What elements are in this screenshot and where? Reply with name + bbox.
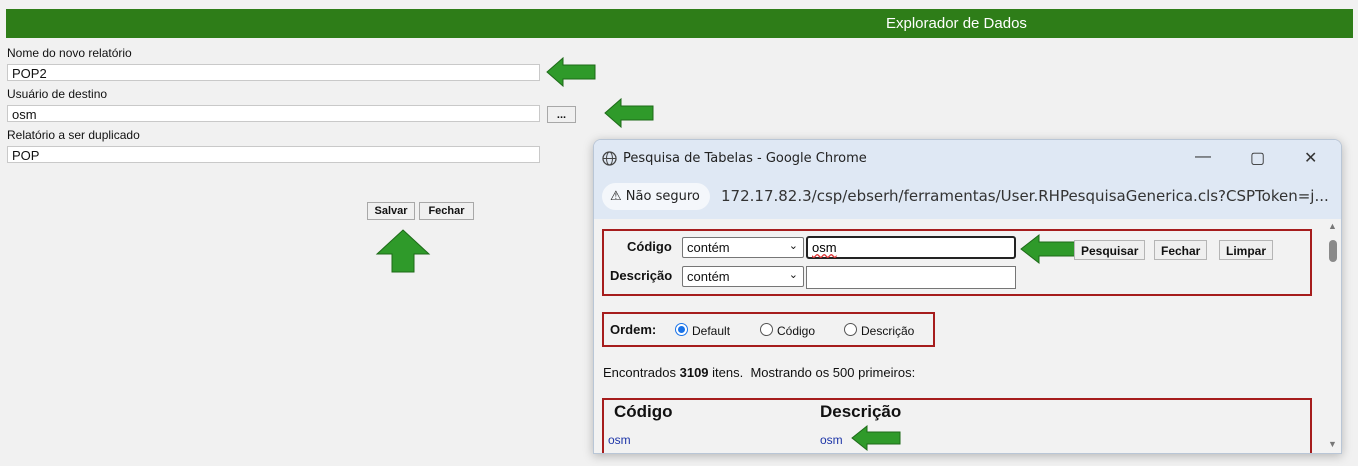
order-description-label: Descrição [861,324,915,338]
source-report-label: Relatório a ser duplicado [7,128,140,142]
security-indicator[interactable]: ⚠ Não seguro [602,183,710,210]
report-name-input[interactable]: POP2 [7,64,540,81]
order-default-label: Default [692,324,731,338]
chevron-down-icon: ⌄ [788,269,798,281]
description-filter-label: Descrição [610,268,673,283]
popup-content: Código contém ⌄ osm Pesquisar Fechar Lim… [594,219,1341,453]
popup-close-button[interactable]: Fechar [1154,240,1208,260]
results-summary: Encontrados 3109 itens. Mostrando os 500… [603,365,915,380]
results-count: 3109 [679,365,709,380]
clear-button[interactable]: Limpar [1219,240,1274,260]
results-suffix: itens. Mostrando os 500 primeiros: [708,365,916,380]
page-header: Explorador de Dados [6,9,1353,38]
dest-user-input[interactable]: osm [7,105,540,122]
column-header-description: Descrição [820,402,902,421]
page-title: Explorador de Dados [886,15,1027,32]
report-name-label: Nome do novo relatório [7,46,132,60]
search-popup-window: Pesquisa de Tabelas - Google Chrome — ▢ … [593,139,1342,454]
row-code-link[interactable]: osm [608,433,631,447]
description-operator-value: contém [687,269,730,284]
order-description-radio[interactable] [844,323,857,336]
scrollbar-thumb[interactable] [1329,240,1337,262]
green-arrow-left-icon [604,97,654,129]
green-arrow-left-icon [546,56,596,88]
code-operator-select[interactable]: contém ⌄ [682,237,804,258]
globe-icon [602,151,617,166]
order-label: Ordem: [610,322,657,337]
chevron-down-icon: ⌄ [788,240,798,252]
order-default-radio[interactable] [675,323,688,336]
scroll-down-icon[interactable]: ▼ [1328,439,1337,449]
code-filter-label: Código [627,239,672,254]
green-arrow-left-icon [851,424,901,452]
minimize-icon[interactable]: — [1195,148,1211,166]
code-filter-input[interactable]: osm [806,236,1016,259]
close-button[interactable]: Fechar [419,202,474,220]
code-operator-value: contém [687,240,730,255]
order-code-radio[interactable] [760,323,773,336]
row-description-link[interactable]: osm [820,433,843,447]
warning-icon: ⚠ [610,189,622,204]
scroll-up-icon[interactable]: ▲ [1328,221,1337,231]
url-text[interactable]: 172.17.82.3/csp/ebserh/ferramentas/User.… [721,187,1329,205]
address-bar: ⚠ Não seguro 172.17.82.3/csp/ebserh/ferr… [594,177,1341,219]
column-header-code: Código [614,402,673,421]
results-table: Código Descrição osm osm [602,398,1312,453]
description-filter-input[interactable] [806,266,1016,289]
maximize-icon[interactable]: ▢ [1250,148,1265,168]
green-arrow-left-icon [1020,233,1076,265]
code-filter-value: osm [812,240,837,255]
search-button[interactable]: Pesquisar [1074,240,1146,260]
popup-scrollbar[interactable]: ▲ ▼ [1324,219,1341,453]
description-operator-select[interactable]: contém ⌄ [682,266,804,287]
lookup-user-button[interactable]: ... [547,106,576,123]
popup-window-title: Pesquisa de Tabelas - Google Chrome [623,151,867,166]
save-button[interactable]: Salvar [367,202,415,220]
filter-box: Código contém ⌄ osm Pesquisar Fechar Lim… [602,229,1312,296]
results-prefix: Encontrados [603,365,680,380]
popup-titlebar[interactable]: Pesquisa de Tabelas - Google Chrome — ▢ … [594,140,1341,177]
source-report-input[interactable]: POP [7,146,540,163]
order-code-label: Código [777,324,816,338]
security-text: Não seguro [625,189,700,204]
close-icon[interactable]: ✕ [1304,148,1317,168]
green-arrow-up-icon [375,229,431,273]
dest-user-label: Usuário de destino [7,87,108,101]
